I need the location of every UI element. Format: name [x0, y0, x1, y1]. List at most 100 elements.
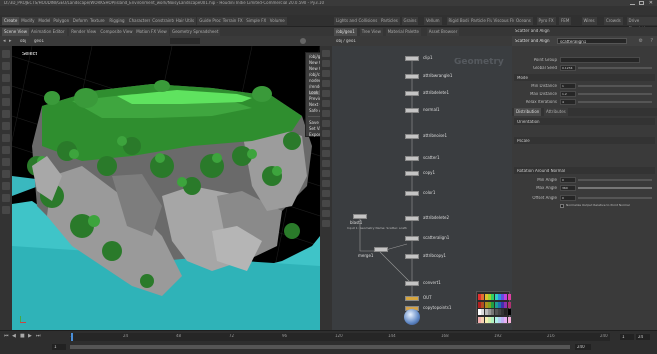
frame-end-field[interactable]: 240	[575, 344, 591, 350]
path-geo[interactable]: geo1	[34, 39, 44, 43]
node-convert1[interactable]	[405, 281, 419, 286]
forward-icon[interactable]: ▸	[9, 38, 12, 44]
palette-swatch[interactable]	[507, 294, 511, 300]
gear-icon[interactable]: ⚙	[639, 38, 643, 44]
param-tab-0[interactable]: Distribution	[514, 108, 542, 116]
min-angle-slider[interactable]	[578, 179, 652, 181]
tool-icon-12[interactable]	[2, 194, 10, 202]
shelf2-tab-9[interactable]: Pyro FX	[536, 17, 556, 25]
display-icon-14[interactable]	[322, 190, 330, 197]
network-editor[interactable]: Geometry clip1 attribwrangle1 attribdelete…	[332, 46, 512, 330]
minimize-button[interactable]	[630, 1, 635, 5]
frame-start-field[interactable]: 1	[52, 344, 66, 350]
tool-icon-13[interactable]	[2, 206, 10, 214]
shelf2-tab-4[interactable]: Vellum	[424, 17, 442, 25]
node-OUT[interactable]	[405, 296, 419, 301]
color-palette[interactable]	[476, 291, 511, 324]
display-icon-0[interactable]	[322, 50, 330, 57]
section-mode[interactable]: Mode	[517, 76, 528, 80]
node-color1[interactable]	[405, 191, 419, 196]
display-icon-10[interactable]	[322, 150, 330, 157]
min-angle-field[interactable]: 0	[560, 177, 576, 183]
display-icon-6[interactable]	[322, 110, 330, 117]
network-tab-3[interactable]: Asset Browser	[426, 28, 460, 36]
max-angle-slider[interactable]	[578, 187, 652, 189]
display-icon-11[interactable]	[322, 160, 330, 167]
node-name-field[interactable]: scatteralign1	[557, 38, 627, 44]
tool-icon-1[interactable]	[2, 62, 10, 70]
stop-icon[interactable]: ■	[20, 333, 25, 339]
shelf2-tab-10[interactable]: FEM	[559, 17, 572, 25]
node-attribwrangle1[interactable]	[405, 74, 419, 79]
display-icon-5[interactable]	[322, 100, 330, 107]
display-icon-16[interactable]	[322, 210, 330, 217]
maximize-button[interactable]	[639, 1, 644, 5]
shelf2-tab-1[interactable]: Collisions	[356, 17, 380, 25]
normalize-checkbox[interactable]	[560, 204, 564, 208]
max-distance-field[interactable]: 1.2	[560, 91, 576, 97]
tool-icon-11[interactable]	[2, 182, 10, 190]
tool-icon-7[interactable]	[2, 134, 10, 142]
min-distance-slider[interactable]	[578, 85, 652, 87]
node-scatteralign1[interactable]	[405, 236, 419, 241]
node-attribnoise1[interactable]	[405, 134, 419, 139]
network-tab-1[interactable]: Tree View	[359, 28, 383, 36]
section-orientation[interactable]: Orientation	[517, 120, 540, 124]
shelf-tab-9[interactable]: Hair Utils	[173, 17, 197, 25]
shelf-tab-0[interactable]: Create	[2, 17, 20, 25]
node-copy1[interactable]	[405, 171, 419, 176]
viewport-tab-3[interactable]: Composite View	[98, 28, 135, 36]
viewport-display-menu[interactable]	[170, 38, 200, 44]
shelf2-tab-3[interactable]: Grains	[401, 17, 419, 25]
scene-viewport[interactable]: Select	[12, 46, 320, 330]
display-icon-8[interactable]	[322, 130, 330, 137]
node-normal1[interactable]	[405, 108, 419, 113]
display-icon-17[interactable]	[322, 220, 330, 227]
current-frame-field[interactable]: 1	[620, 334, 634, 340]
node-attribdelete2[interactable]	[405, 216, 419, 221]
max-angle-field[interactable]: 360	[560, 185, 576, 191]
tool-icon-5[interactable]	[2, 110, 10, 118]
step-back-icon[interactable]: ◀	[12, 333, 16, 339]
seed-field[interactable]: 0.1234	[560, 65, 576, 71]
shelf2-tab-12[interactable]: Crowds	[604, 17, 623, 25]
relax-slider[interactable]	[578, 101, 652, 103]
shelf-tab-5[interactable]: Texture	[88, 17, 107, 25]
tool-icon-10[interactable]	[2, 170, 10, 178]
path-obj[interactable]: obj	[20, 39, 26, 43]
node-side2[interactable]	[374, 247, 388, 252]
pin-icon[interactable]	[300, 38, 306, 44]
seed-slider[interactable]	[578, 67, 652, 69]
shelf2-tab-8[interactable]: Oceans	[514, 17, 533, 25]
node-side[interactable]	[353, 214, 367, 219]
network-tab-0[interactable]: /obj/geo1	[334, 28, 357, 36]
shelf2-tab-13[interactable]: Drive Simulation	[626, 17, 657, 31]
param-tab-1[interactable]: Attributes	[544, 108, 568, 116]
shelf-tab-12[interactable]: Simple FX	[244, 17, 269, 25]
display-icon-1[interactable]	[322, 60, 330, 67]
offset-angle-field[interactable]: 0	[560, 195, 576, 201]
shelf-tab-7[interactable]: Characters	[126, 17, 153, 25]
shelf-tab-4[interactable]: Deform	[70, 17, 90, 25]
tool-icon-6[interactable]	[2, 122, 10, 130]
viewport-tab-5[interactable]: Geometry Spreadsheet	[170, 28, 221, 36]
offset-angle-slider[interactable]	[578, 197, 652, 199]
shelf-tab-6[interactable]: Rigging	[107, 17, 127, 25]
tool-icon-8[interactable]	[2, 146, 10, 154]
display-icon-2[interactable]	[322, 70, 330, 77]
relax-field[interactable]: 4	[560, 99, 576, 105]
node-attribdelete1[interactable]	[405, 91, 419, 96]
tool-icon-4[interactable]	[2, 98, 10, 106]
display-icon-9[interactable]	[322, 140, 330, 147]
section-pscale[interactable]: Pscale	[517, 139, 530, 143]
palette-swatch[interactable]	[507, 316, 511, 323]
node-clip1[interactable]	[405, 56, 419, 61]
tool-icon-0[interactable]	[2, 50, 10, 58]
display-icon-7[interactable]	[322, 120, 330, 127]
jump-start-icon[interactable]: ⏮	[4, 333, 9, 339]
shelf2-tab-2[interactable]: Particles	[379, 17, 400, 25]
play-icon[interactable]: ▶	[28, 333, 32, 339]
help-icon[interactable]: ?	[650, 38, 653, 44]
display-icon-4[interactable]	[322, 90, 330, 97]
viewport-tab-2[interactable]: Render View	[69, 28, 99, 36]
